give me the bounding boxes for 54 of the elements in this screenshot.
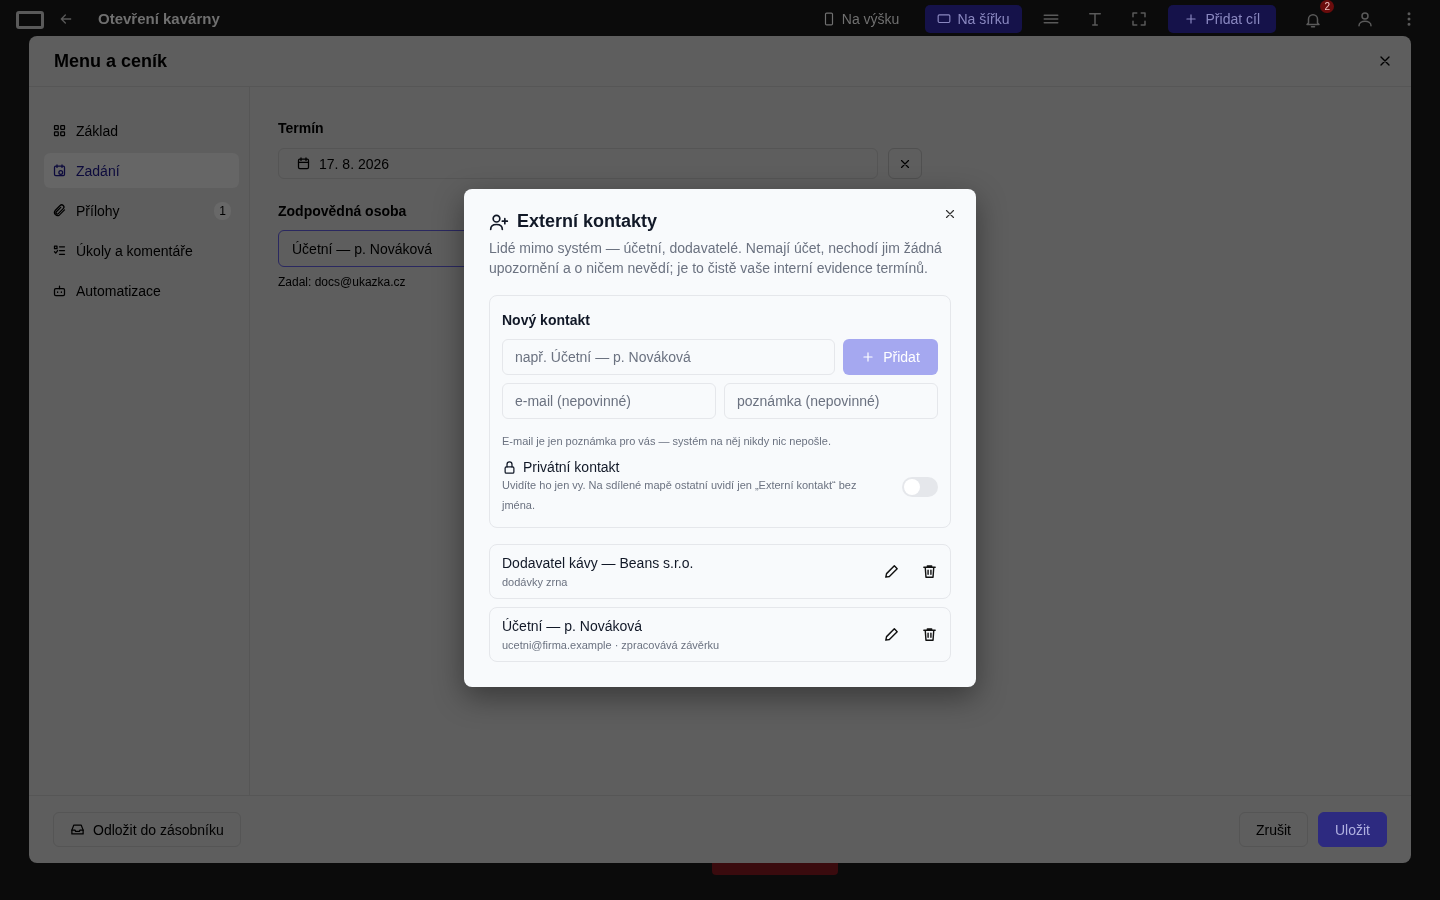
- notification-badge: 2: [1320, 0, 1334, 13]
- dialog-title: Menu a ceník: [54, 50, 169, 72]
- calendar-icon: [296, 156, 311, 171]
- page-title: Otevření kavárny: [98, 10, 220, 27]
- postpone-button[interactable]: Odložit do zásobníku: [53, 812, 241, 847]
- contact-detail: ucetni@firma.example · zpracovává závěrku: [502, 639, 721, 651]
- robot-icon: [52, 283, 67, 298]
- name-input[interactable]: např. Účetní — p. Nováková: [502, 339, 835, 375]
- save-button[interactable]: Uložit: [1318, 812, 1387, 847]
- lock-icon: [502, 459, 517, 475]
- modal-title: Externí kontakty: [517, 211, 658, 232]
- sidebar-item[interactable]: Zadání: [44, 153, 239, 188]
- date-field[interactable]: 17. 8. 2026: [278, 148, 878, 179]
- fullscreen-icon[interactable]: [1129, 10, 1148, 28]
- plus-icon: [861, 350, 876, 364]
- hint-text: E-mail je jen poznámka pro vás — systém na něj nikdy nic nepošle.: [502, 435, 832, 447]
- private-description: Uvidíte ho jen vy. Na sdílené mapě ostatní uvidí jen „Externí kontakt“ bez jména.: [502, 478, 858, 513]
- view-button[interactable]: Na šířku: [925, 5, 1022, 33]
- clear-button[interactable]: [888, 148, 922, 179]
- private-label: Privátní kontakt: [523, 459, 620, 475]
- paperclip-icon: [52, 203, 67, 218]
- pencil-icon[interactable]: [883, 563, 900, 580]
- field-label: Zodpovědná osoba: [278, 203, 408, 219]
- view-button[interactable]: Na výšku: [809, 5, 912, 33]
- note-input[interactable]: poznámka (nepovinné): [724, 383, 938, 419]
- email-input[interactable]: e-mail (nepovinné): [502, 383, 716, 419]
- pencil-icon[interactable]: [883, 626, 900, 643]
- contact-detail: dodávky zrna: [502, 576, 569, 588]
- trash-icon[interactable]: [921, 563, 938, 580]
- section-heading: Nový kontakt: [502, 312, 591, 328]
- assigned-by-text: Zadal: docs@ukazka.cz: [278, 275, 407, 289]
- sidebar-item[interactable]: Přílohy 1: [44, 193, 239, 228]
- monitor-icon: [937, 12, 952, 26]
- logo-icon: [16, 11, 44, 29]
- checklist-icon: [52, 243, 67, 258]
- contact-name: Účetní — p. Nováková: [502, 618, 644, 634]
- field-label: Termín: [278, 120, 325, 136]
- private-toggle[interactable]: [902, 477, 938, 497]
- user-icon[interactable]: [1356, 10, 1374, 28]
- cancel-button[interactable]: Zrušit: [1239, 812, 1308, 847]
- sidebar-item[interactable]: Úkoly a komentáře: [44, 233, 239, 268]
- contact-name: Dodavatel kávy — Beans s.r.o.: [502, 555, 695, 571]
- count-badge: 1: [214, 201, 231, 220]
- sidebar-item[interactable]: Základ: [44, 113, 239, 148]
- bell-icon[interactable]: [1304, 11, 1322, 29]
- back-arrow-icon[interactable]: [58, 11, 74, 27]
- inbox-icon: [70, 822, 85, 837]
- calendar-clock-icon: [52, 163, 67, 178]
- plus-icon: [1183, 12, 1198, 26]
- sidebar-item[interactable]: Automatizace: [44, 273, 239, 308]
- close-icon[interactable]: [943, 207, 957, 221]
- grid-icon: [52, 123, 67, 138]
- trash-icon[interactable]: [921, 626, 938, 643]
- add-button[interactable]: Přidat cíl: [1167, 5, 1276, 33]
